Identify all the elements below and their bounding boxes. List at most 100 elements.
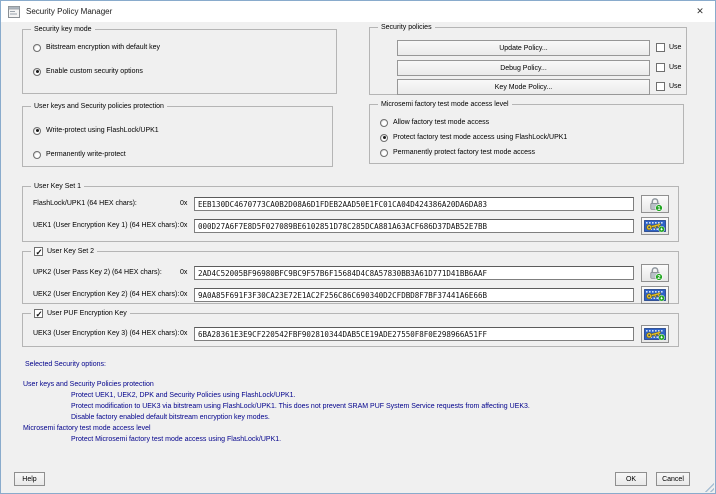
upk2-label: UPK2 (User Pass Key 2) (64 HEX chars): <box>33 269 162 276</box>
radio-label: Bitstream encryption with default key <box>46 44 160 51</box>
group-security-key-mode: Security key mode Bitstream encryption w… <box>22 29 337 94</box>
close-button[interactable]: ✕ <box>685 1 715 22</box>
radio-icon-checked[interactable] <box>33 127 41 135</box>
selected-security-options-summary: Selected Security options: User keys and… <box>23 359 703 445</box>
group-user-key-set-2-legend[interactable]: User Key Set 2 <box>31 247 97 256</box>
radio-option-enable-custom-security[interactable]: Enable custom security options <box>33 67 143 76</box>
upk2-row: UPK2 (User Pass Key 2) (64 HEX chars): 0… <box>23 266 678 282</box>
use-update-policy[interactable]: Use <box>656 43 681 52</box>
group-factory-access: Microsemi factory test mode access level… <box>369 104 684 164</box>
radio-option-permanently-write-protect[interactable]: Permanently write-protect <box>33 150 126 159</box>
summary-line: Protect modification to UEK3 via bitstre… <box>23 401 703 412</box>
use-label: Use <box>669 64 681 71</box>
lock-2-icon: 2 <box>647 265 663 281</box>
radio-icon[interactable] <box>380 149 388 157</box>
summary-line: Microsemi factory test mode access level <box>23 423 703 434</box>
resize-grip[interactable] <box>703 481 714 492</box>
uek2-label: UEK2 (User Encryption Key 2) (64 HEX cha… <box>33 291 179 298</box>
summary-line: Protect Microsemi factory test mode acce… <box>23 434 703 445</box>
summary-line: Protect UEK1, UEK2, DPK and Security Pol… <box>23 390 703 401</box>
svg-text:2: 2 <box>657 275 660 281</box>
radio-icon[interactable] <box>380 119 388 127</box>
group-user-key-set-1: User Key Set 1 FlashLock/UPK1 (64 HEX ch… <box>22 186 679 242</box>
uek2-hex-input[interactable] <box>194 288 634 302</box>
titlebar: Security Policy Manager ✕ <box>1 1 715 22</box>
radio-icon[interactable] <box>33 151 41 159</box>
user-puf-key-label: User PUF Encryption Key <box>47 310 127 317</box>
user-puf-key-checkbox[interactable] <box>34 309 43 318</box>
help-button[interactable]: Help <box>14 472 45 486</box>
uek2-row: UEK2 (User Encryption Key 2) (64 HEX cha… <box>23 288 678 304</box>
radio-label: Permanently write-protect <box>46 151 126 158</box>
security-policy-manager-dialog: Security Policy Manager ✕ Security key m… <box>0 0 716 494</box>
radio-option-permanently-protect-factory[interactable]: Permanently protect factory test mode ac… <box>380 148 535 157</box>
group-factory-access-legend: Microsemi factory test mode access level <box>378 101 512 109</box>
radio-option-allow-factory-access[interactable]: Allow factory test mode access <box>380 118 489 127</box>
summary-line: User keys and Security Policies protecti… <box>23 379 703 390</box>
use-key-mode-policy[interactable]: Use <box>656 82 681 91</box>
uek1-row: UEK1 (User Encryption Key 1) (64 HEX cha… <box>23 219 678 235</box>
use-label: Use <box>669 44 681 51</box>
upk1-hex-input[interactable] <box>194 197 634 211</box>
upk2-hex-input[interactable] <box>194 266 634 280</box>
radio-label: Protect factory test mode access using F… <box>393 134 567 141</box>
uek3-key-button[interactable] <box>641 325 669 343</box>
ok-button[interactable]: OK <box>615 472 647 486</box>
group-user-puf-encryption-key: User PUF Encryption Key UEK3 (User Encry… <box>22 313 679 347</box>
radio-label: Allow factory test mode access <box>393 119 489 126</box>
uek1-label: UEK1 (User Encryption Key 1) (64 HEX cha… <box>33 222 179 229</box>
use-update-checkbox[interactable] <box>656 43 665 52</box>
radio-label: Write-protect using FlashLock/UPK1 <box>46 127 159 134</box>
hex-prefix: 0x <box>180 200 187 207</box>
use-label: Use <box>669 83 681 90</box>
radio-icon-checked[interactable] <box>33 68 41 76</box>
key-bitstream-icon <box>644 327 666 341</box>
uek3-label: UEK3 (User Encryption Key 3) (64 HEX cha… <box>33 330 179 337</box>
use-key-mode-checkbox[interactable] <box>656 82 665 91</box>
group-security-key-mode-legend: Security key mode <box>31 26 95 34</box>
group-user-key-set-2: User Key Set 2 UPK2 (User Pass Key 2) (6… <box>22 251 679 304</box>
group-user-key-set-1-legend: User Key Set 1 <box>31 183 84 191</box>
radio-option-protect-factory-flashlock[interactable]: Protect factory test mode access using F… <box>380 133 567 142</box>
radio-icon-checked[interactable] <box>380 134 388 142</box>
close-icon: ✕ <box>696 6 704 17</box>
uek3-hex-input[interactable] <box>194 327 634 341</box>
cancel-button[interactable]: Cancel <box>656 472 690 486</box>
group-security-policies-legend: Security policies <box>378 24 435 32</box>
radio-label: Enable custom security options <box>46 68 143 75</box>
radio-icon[interactable] <box>33 44 41 52</box>
group-keys-protection: User keys and Security policies protecti… <box>22 106 333 167</box>
key-bitstream-icon <box>644 219 666 233</box>
hex-prefix: 0x <box>180 222 187 229</box>
use-debug-policy[interactable]: Use <box>656 63 681 72</box>
radio-label: Permanently protect factory test mode ac… <box>393 149 535 156</box>
summary-title: Selected Security options: <box>23 359 703 370</box>
group-user-puf-key-legend[interactable]: User PUF Encryption Key <box>31 309 130 318</box>
uek3-row: UEK3 (User Encryption Key 3) (64 HEX cha… <box>23 327 678 343</box>
debug-policy-button[interactable]: Debug Policy... <box>397 60 650 76</box>
use-debug-checkbox[interactable] <box>656 63 665 72</box>
update-policy-button[interactable]: Update Policy... <box>397 40 650 56</box>
radio-option-write-protect-flashlock[interactable]: Write-protect using FlashLock/UPK1 <box>33 126 159 135</box>
hex-prefix: 0x <box>180 269 187 276</box>
upk1-label: FlashLock/UPK1 (64 HEX chars): <box>33 200 137 207</box>
key-mode-policy-button[interactable]: Key Mode Policy... <box>397 79 650 95</box>
radio-option-bitstream-default-key[interactable]: Bitstream encryption with default key <box>33 43 160 52</box>
user-key-set-2-checkbox[interactable] <box>34 247 43 256</box>
upk1-lock-button[interactable]: 1 <box>641 195 669 213</box>
uek2-key-button[interactable] <box>641 286 669 304</box>
group-security-policies: Security policies Update Policy... Use D… <box>369 27 687 95</box>
summary-line: Disable factory enabled default bitstrea… <box>23 412 703 423</box>
lock-1-icon: 1 <box>647 196 663 212</box>
upk1-row: FlashLock/UPK1 (64 HEX chars): 0x 1 <box>23 197 678 213</box>
upk2-lock-button[interactable]: 2 <box>641 264 669 282</box>
uek1-key-button[interactable] <box>641 217 669 235</box>
app-icon <box>8 6 20 18</box>
user-key-set-2-label: User Key Set 2 <box>47 248 94 255</box>
group-keys-protection-legend: User keys and Security policies protecti… <box>31 103 167 111</box>
window-title: Security Policy Manager <box>26 7 112 16</box>
hex-prefix: 0x <box>180 291 187 298</box>
uek1-hex-input[interactable] <box>194 219 634 233</box>
key-bitstream-icon <box>644 288 666 302</box>
hex-prefix: 0x <box>180 330 187 337</box>
